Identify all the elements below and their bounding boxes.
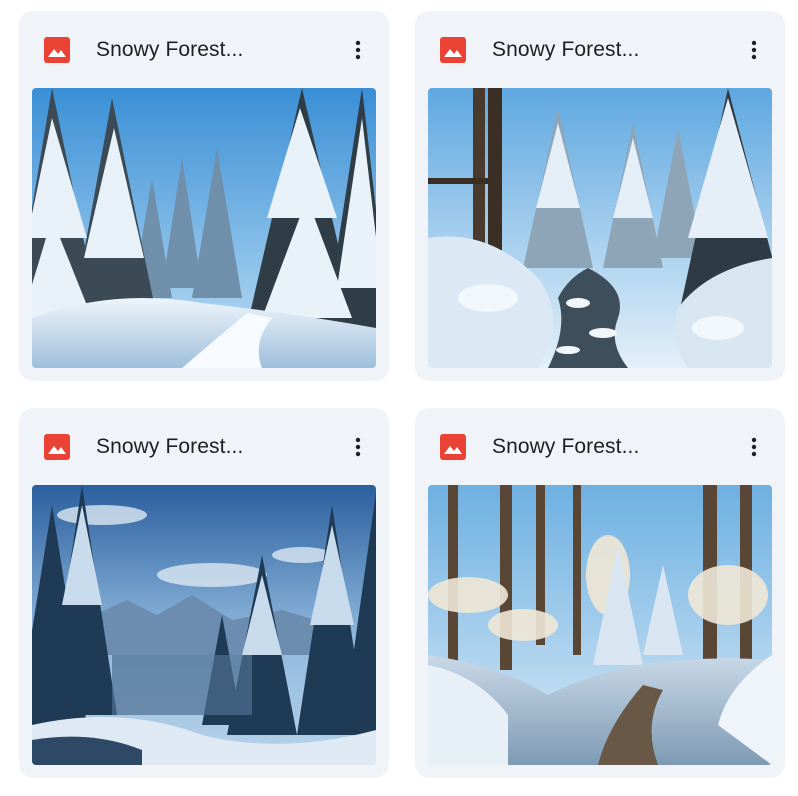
more-options-button[interactable]: [737, 430, 771, 464]
more-options-button[interactable]: [737, 33, 771, 67]
image-file-icon: [440, 434, 466, 460]
file-card[interactable]: Snowy Forest...: [415, 408, 785, 778]
image-file-icon: [440, 37, 466, 63]
file-card-header: Snowy Forest...: [19, 408, 389, 484]
file-grid: Snowy Forest... Snowy Forest... Snowy Fo…: [0, 0, 798, 796]
image-thumbnail[interactable]: [428, 485, 772, 765]
file-title[interactable]: Snowy Forest...: [492, 37, 639, 63]
file-title[interactable]: Snowy Forest...: [96, 37, 243, 63]
image-thumbnail[interactable]: [428, 88, 772, 368]
more-vert-icon: [355, 40, 361, 60]
file-card[interactable]: Snowy Forest...: [415, 11, 785, 381]
more-vert-icon: [751, 437, 757, 457]
image-file-icon: [44, 37, 70, 63]
more-options-button[interactable]: [341, 430, 375, 464]
file-title[interactable]: Snowy Forest...: [96, 434, 243, 460]
more-options-button[interactable]: [341, 33, 375, 67]
image-thumbnail[interactable]: [32, 88, 376, 368]
more-vert-icon: [355, 437, 361, 457]
file-card-header: Snowy Forest...: [415, 11, 785, 87]
file-card-header: Snowy Forest...: [415, 408, 785, 484]
image-file-icon: [44, 434, 70, 460]
file-card[interactable]: Snowy Forest...: [19, 11, 389, 381]
file-title[interactable]: Snowy Forest...: [492, 434, 639, 460]
image-thumbnail[interactable]: [32, 485, 376, 765]
more-vert-icon: [751, 40, 757, 60]
file-card-header: Snowy Forest...: [19, 11, 389, 87]
file-card[interactable]: Snowy Forest...: [19, 408, 389, 778]
